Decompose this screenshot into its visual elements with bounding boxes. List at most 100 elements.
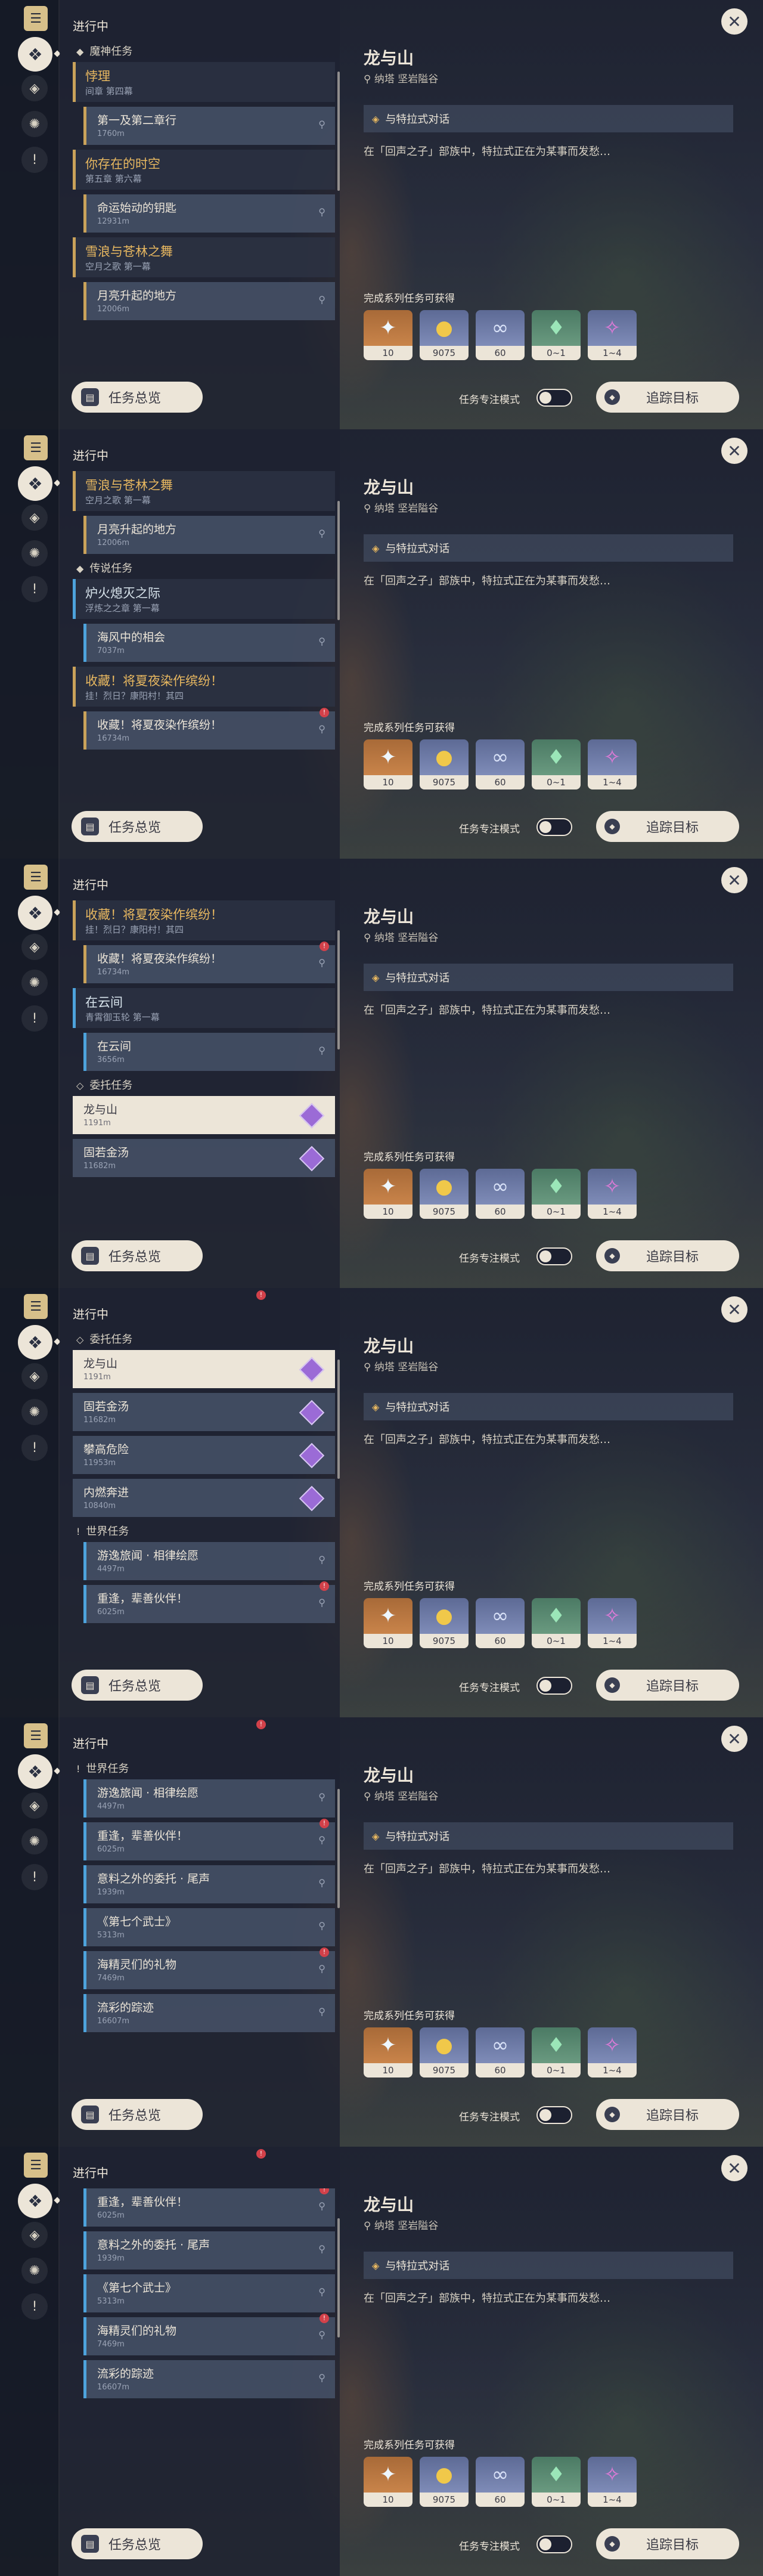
quest-objective[interactable]: ◈ 与特拉式对话 — [364, 1393, 733, 1420]
quest-row[interactable]: 游逸旅闻 · 相律绘愿 4497m ⚲ — [83, 1542, 335, 1580]
reward-item[interactable]: ✧ 1~4 — [588, 1598, 637, 1648]
track-button[interactable]: ◆ 追踪目标 — [596, 382, 739, 413]
quest-overview-button[interactable]: ▤ 任务总览 — [72, 811, 203, 842]
quest-log-icon[interactable]: ☰ — [24, 6, 48, 31]
commission-icon[interactable]: ! — [21, 147, 48, 173]
commission-icon[interactable]: ! — [21, 576, 48, 602]
reward-item[interactable]: ● 9075 — [420, 1598, 469, 1648]
archon-quest-icon[interactable]: ❖ — [18, 1325, 52, 1360]
quest-row[interactable]: 流彩的踪迹 16607m ⚲ — [83, 2360, 335, 2398]
quest-row[interactable]: 《第七个武士》 5313m ⚲ — [83, 2274, 335, 2312]
reward-item[interactable]: ∞ 60 — [476, 1169, 525, 1219]
focus-mode-toggle[interactable] — [536, 2535, 572, 2553]
commission-row[interactable]: 龙与山 1191m — [73, 1350, 335, 1388]
quest-row[interactable]: 收藏！将夏夜染作缤纷！ 16734m ⚲! — [83, 708, 335, 750]
quest-row[interactable]: 流彩的踪迹 16607m ⚲ — [83, 1994, 335, 2032]
reward-item[interactable]: ✧ 1~4 — [588, 739, 637, 789]
close-button[interactable]: ✕ — [721, 1296, 748, 1323]
quest-group[interactable]: 雪浪与苍林之舞 空月之歌 第一幕 — [73, 471, 335, 511]
story-quest-icon[interactable]: ◈ — [21, 1792, 48, 1819]
quest-row[interactable]: 海精灵们的礼物 7469m ⚲! — [83, 1948, 335, 1989]
story-quest-icon[interactable]: ◈ — [21, 934, 48, 960]
quest-objective[interactable]: ◈ 与特拉式对话 — [364, 964, 733, 991]
archon-quest-icon[interactable]: ❖ — [18, 466, 52, 501]
focus-mode-toggle[interactable] — [536, 2106, 572, 2124]
close-button[interactable]: ✕ — [721, 2155, 748, 2181]
world-quest-icon[interactable]: ✺ — [21, 1828, 48, 1854]
quest-row[interactable]: 月亮升起的地方 12006m ⚲ — [83, 516, 335, 554]
track-button[interactable]: ◆ 追踪目标 — [596, 1240, 739, 1271]
reward-item[interactable]: ∞ 60 — [476, 739, 525, 789]
quest-row[interactable]: 命运始动的钥匙 12931m ⚲ — [83, 194, 335, 233]
quest-group[interactable]: 悖理 间章 第四幕 — [73, 62, 335, 102]
quest-log-icon[interactable]: ☰ — [24, 865, 48, 890]
commission-row[interactable]: 内燃奔进 10840m — [73, 1479, 335, 1517]
reward-item[interactable]: ∞ 60 — [476, 1598, 525, 1648]
quest-list[interactable]: 重逢，辈善伙伴！ 6025m ⚲! 意料之外的委托 · 尾声 1939m ⚲ 《第七个武士》… — [73, 2188, 335, 2522]
quest-overview-button[interactable]: ▤ 任务总览 — [72, 2528, 203, 2559]
close-button[interactable]: ✕ — [721, 1726, 748, 1752]
reward-item[interactable]: ∞ 60 — [476, 2027, 525, 2077]
reward-item[interactable]: ✦ 10 — [364, 310, 412, 360]
quest-objective[interactable]: ◈ 与特拉式对话 — [364, 1822, 733, 1850]
world-quest-icon[interactable]: ✺ — [21, 540, 48, 566]
reward-item[interactable]: ♦ 0~1 — [532, 739, 581, 789]
commission-icon[interactable]: ! — [21, 1864, 48, 1890]
focus-mode-toggle[interactable] — [536, 1677, 572, 1695]
reward-item[interactable]: ● 9075 — [420, 1169, 469, 1219]
world-quest-icon[interactable]: ✺ — [21, 970, 48, 996]
world-quest-icon[interactable]: ✺ — [21, 2258, 48, 2284]
commission-row[interactable]: 攀高危险 11953m — [73, 1436, 335, 1474]
reward-item[interactable]: ✦ 10 — [364, 2027, 412, 2077]
close-button[interactable]: ✕ — [721, 438, 748, 464]
close-button[interactable]: ✕ — [721, 867, 748, 893]
quest-objective[interactable]: ◈ 与特拉式对话 — [364, 2252, 733, 2279]
track-button[interactable]: ◆ 追踪目标 — [596, 1670, 739, 1701]
quest-row[interactable]: 意料之外的委托 · 尾声 1939m ⚲ — [83, 2231, 335, 2270]
quest-row[interactable]: 《第七个武士》 5313m ⚲ — [83, 1908, 335, 1946]
focus-mode-toggle[interactable] — [536, 389, 572, 407]
quest-row[interactable]: 在云间 3656m ⚲ — [83, 1033, 335, 1071]
quest-log-icon[interactable]: ☰ — [24, 2153, 48, 2178]
reward-item[interactable]: ♦ 0~1 — [532, 2027, 581, 2077]
commission-icon[interactable]: ! — [21, 1005, 48, 1032]
quest-group[interactable]: 你存在的时空 第五章 第六幕 — [73, 150, 335, 190]
commission-icon[interactable]: ! — [21, 1435, 48, 1461]
reward-item[interactable]: ♦ 0~1 — [532, 2457, 581, 2507]
quest-row[interactable]: 重逢，辈善伙伴！ 6025m ⚲! — [83, 1581, 335, 1623]
quest-overview-button[interactable]: ▤ 任务总览 — [72, 382, 203, 413]
world-quest-icon[interactable]: ✺ — [21, 111, 48, 137]
quest-row[interactable]: 月亮升起的地方 12006m ⚲ — [83, 282, 335, 320]
reward-item[interactable]: ● 9075 — [420, 2027, 469, 2077]
quest-row[interactable]: 海精灵们的礼物 7469m ⚲! — [83, 2314, 335, 2355]
quest-group[interactable]: 在云间 青霄御玉轮 第一幕 — [73, 988, 335, 1028]
quest-row[interactable]: 海风中的相会 7037m ⚲ — [83, 624, 335, 662]
track-button[interactable]: ◆ 追踪目标 — [596, 2099, 739, 2130]
quest-list[interactable]: ◇ 委托任务 龙与山 1191m 固若金汤 11682m 攀高危险 11953m 内燃奔进 108… — [73, 1330, 335, 1664]
quest-list[interactable]: 雪浪与苍林之舞 空月之歌 第一幕 月亮升起的地方 12006m ⚲ ◆ 传说任务 炉火熄灭之际… — [73, 471, 335, 805]
reward-item[interactable]: ● 9075 — [420, 310, 469, 360]
quest-log-icon[interactable]: ☰ — [24, 435, 48, 460]
reward-item[interactable]: ✦ 10 — [364, 739, 412, 789]
quest-group[interactable]: 收藏！将夏夜染作缤纷！ 挂！烈日？康阳村！其四 — [73, 900, 335, 940]
story-quest-icon[interactable]: ◈ — [21, 2222, 48, 2248]
reward-item[interactable]: ∞ 60 — [476, 2457, 525, 2507]
archon-quest-icon[interactable]: ❖ — [18, 2184, 52, 2218]
quest-group[interactable]: 雪浪与苍林之舞 空月之歌 第一幕 — [73, 237, 335, 277]
quest-row[interactable]: 第一及第二章行 1760m ⚲ — [83, 107, 335, 145]
quest-log-icon[interactable]: ☰ — [24, 1294, 48, 1319]
quest-row[interactable]: 游逸旅闻 · 相律绘愿 4497m ⚲ — [83, 1779, 335, 1818]
close-button[interactable]: ✕ — [721, 8, 748, 35]
quest-log-icon[interactable]: ☰ — [24, 1723, 48, 1748]
quest-row[interactable]: 意料之外的委托 · 尾声 1939m ⚲ — [83, 1865, 335, 1903]
quest-group[interactable]: 炉火熄灭之际 浮炼之之章 第一幕 — [73, 579, 335, 619]
story-quest-icon[interactable]: ◈ — [21, 75, 48, 101]
commission-row[interactable]: 固若金汤 11682m — [73, 1393, 335, 1431]
track-button[interactable]: ◆ 追踪目标 — [596, 2528, 739, 2559]
reward-item[interactable]: ✧ 1~4 — [588, 2457, 637, 2507]
commission-icon[interactable]: ! — [21, 2293, 48, 2320]
reward-item[interactable]: ✦ 10 — [364, 2457, 412, 2507]
quest-list[interactable]: ! 世界任务 游逸旅闻 · 相律绘愿 4497m ⚲ 重逢，辈善伙伴！ 6025m ⚲! 意料之… — [73, 1759, 335, 2093]
quest-objective[interactable]: ◈ 与特拉式对话 — [364, 105, 733, 132]
story-quest-icon[interactable]: ◈ — [21, 1363, 48, 1389]
